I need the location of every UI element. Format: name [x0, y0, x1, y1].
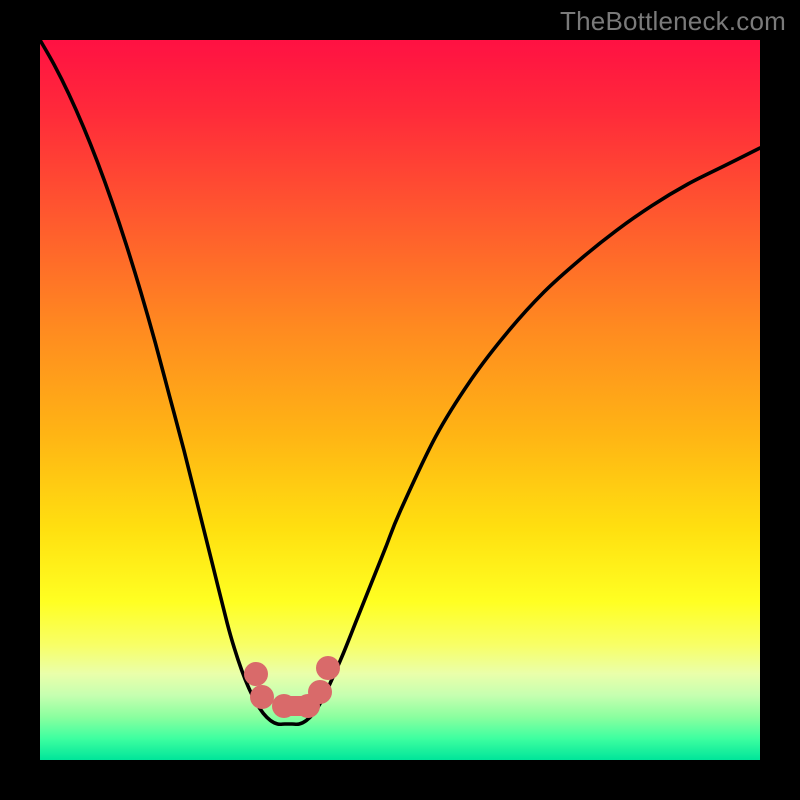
outer-frame: TheBottleneck.com: [0, 0, 800, 800]
plot-area: [40, 40, 760, 760]
heat-gradient: [40, 40, 760, 760]
watermark-text: TheBottleneck.com: [560, 6, 786, 37]
